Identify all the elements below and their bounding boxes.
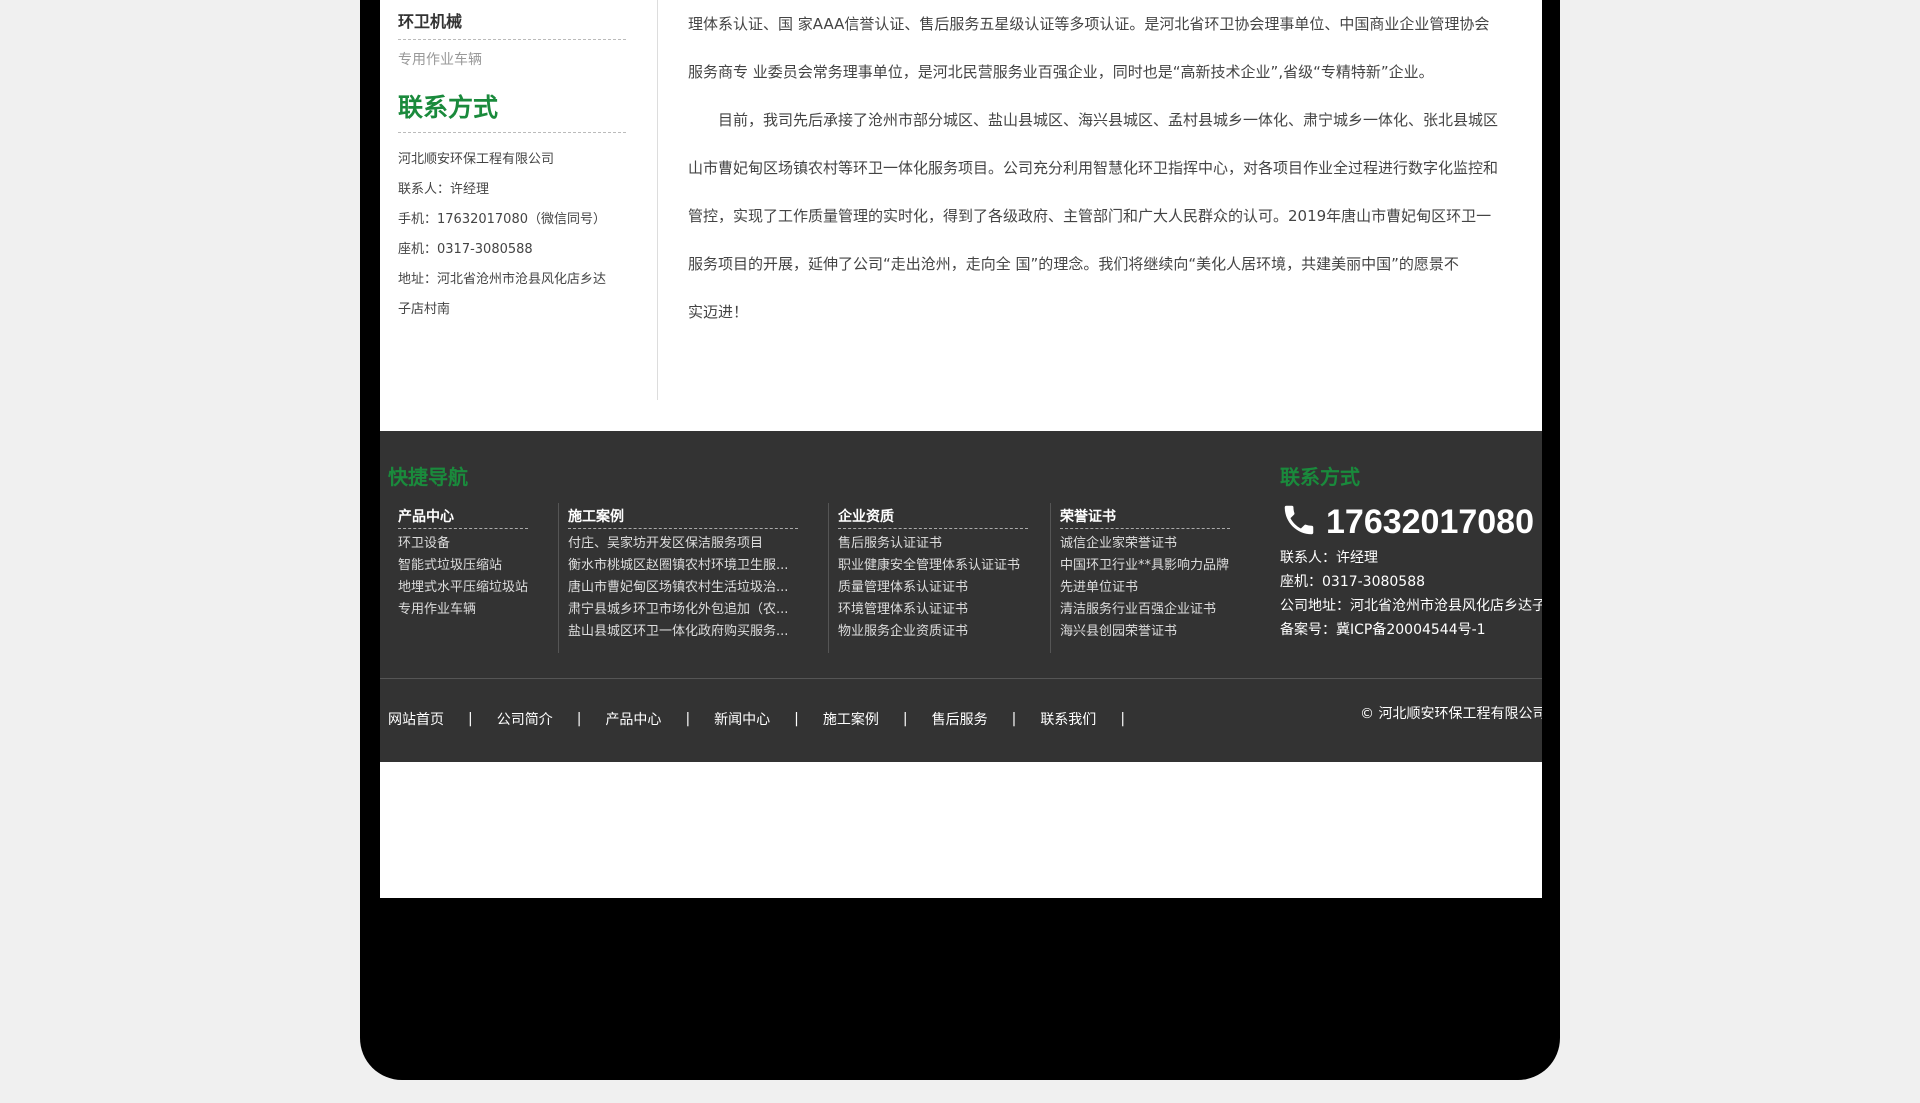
footer-nav-products[interactable]: 产品中心 — [605, 709, 661, 729]
footer-address: 公司地址：河北省沧州市沧县风化店乡达子 — [1280, 598, 1542, 614]
footer-icp[interactable]: 备案号：冀ICP备20004544号-1 — [1280, 618, 1542, 642]
footer-nav-service[interactable]: 售后服务 — [932, 709, 988, 729]
footer-divider — [380, 678, 1542, 679]
footer-phone: 17632017080 — [1280, 501, 1534, 543]
sidebar-category-sanitation-machinery[interactable]: 环卫机械 — [398, 2, 626, 40]
footer-link[interactable]: 智能式垃圾压缩站 — [398, 555, 528, 577]
footer-col-head[interactable]: 企业资质 — [838, 506, 1028, 529]
sidebar: 环卫机械 专用作业车辆 联系方式 河北顺安环保工程有限公司 联系人：许经理 手机… — [398, 0, 626, 325]
article-line: 管控，实现了工作质量管理的实时化，得到了各级政府、主管部门和广大人民群众的认可。… — [688, 207, 1492, 225]
contact-landline: 座机：0317-3080588 — [398, 242, 533, 257]
nav-separator: | — [576, 711, 582, 727]
footer-nav-news[interactable]: 新闻中心 — [714, 709, 770, 729]
footer-col-head[interactable]: 产品中心 — [398, 506, 528, 529]
footer-col-cases: 施工案例 付庄、吴家坊开发区保洁服务项目 衡水市桃城区赵圈镇农村环境卫生服...… — [568, 506, 798, 643]
footer-col-honors: 荣誉证书 诚信企业家荣誉证书 中国环卫行业**具影响力品牌 先进单位证书 清洁服… — [1060, 506, 1230, 643]
footer-link[interactable]: 海兴县创园荣誉证书 — [1060, 621, 1230, 643]
article-line: 服务项目的开展，延伸了公司“走出沧州，走向全 国”的理念。我们将继续向“美化人居… — [688, 255, 1459, 273]
footer-contact-person: 联系人：许经理 — [1280, 550, 1378, 566]
footer-link[interactable]: 付庄、吴家坊开发区保洁服务项目 — [568, 533, 798, 555]
footer-nav-title: 快捷导航 — [388, 465, 468, 489]
nav-separator: | — [1120, 711, 1126, 727]
nav-separator: | — [902, 711, 908, 727]
nav-separator: | — [794, 711, 799, 727]
phone-icon — [1280, 501, 1318, 543]
footer-link[interactable]: 清洁服务行业百强企业证书 — [1060, 599, 1230, 621]
footer-col-qualifications: 企业资质 售后服务认证证书 职业健康安全管理体系认证证书 质量管理体系认证证书 … — [838, 506, 1028, 643]
browser-viewport: 环卫机械 专用作业车辆 联系方式 河北顺安环保工程有限公司 联系人：许经理 手机… — [380, 0, 1542, 898]
footer-nav-about[interactable]: 公司简介 — [497, 709, 553, 729]
article-line: 服务商专 业委员会常务理事单位，是河北民营服务业百强企业，同时也是“高新技术企业… — [688, 63, 1434, 81]
sidebar-contact-title: 联系方式 — [398, 88, 626, 133]
footer-link[interactable]: 环卫设备 — [398, 533, 528, 555]
contact-company: 河北顺安环保工程有限公司 — [398, 152, 555, 167]
footer-link[interactable]: 先进单位证书 — [1060, 577, 1230, 599]
footer-link[interactable]: 唐山市曹妃甸区场镇农村生活垃圾治... — [568, 577, 798, 599]
sidebar-contact-info: 河北顺安环保工程有限公司 联系人：许经理 手机：17632017080（微信同号… — [398, 145, 626, 325]
contact-address: 地址：河北省沧州市沧县风化店乡达 — [398, 272, 607, 287]
contact-mobile: 手机：17632017080（微信同号） — [398, 212, 606, 227]
footer-nav-home[interactable]: 网站首页 — [388, 709, 444, 729]
contact-person: 联系人：许经理 — [398, 182, 490, 197]
footer-link[interactable]: 诚信企业家荣誉证书 — [1060, 533, 1230, 555]
footer-copyright: © 河北顺安环保工程有限公司 版 — [1360, 706, 1542, 722]
sidebar-item-special-vehicles[interactable]: 专用作业车辆 — [398, 49, 626, 69]
footer-col-products: 产品中心 环卫设备 智能式垃圾压缩站 地埋式水平压缩垃圾站 专用作业车辆 — [398, 506, 528, 621]
footer-contact-title: 联系方式 — [1280, 465, 1360, 489]
footer-nav: 网站首页 | 公司简介 | 产品中心 | 新闻中心 | 施工案例 | 售后服务 … — [388, 709, 1149, 729]
nav-separator: | — [1011, 711, 1017, 727]
footer-link[interactable]: 环境管理体系认证证书 — [838, 599, 1028, 621]
footer-col-divider — [1050, 503, 1051, 653]
footer-link[interactable]: 专用作业车辆 — [398, 599, 528, 621]
footer-nav-cases[interactable]: 施工案例 — [823, 709, 879, 729]
site-footer: 快捷导航 联系方式 产品中心 环卫设备 智能式垃圾压缩站 地埋式水平压缩垃圾站 … — [380, 431, 1542, 762]
nav-separator: | — [685, 711, 691, 727]
article-line: 目前，我司先后承接了沧州市部分城区、盐山县城区、海兴县城区、孟村县城乡一体化、肃… — [688, 111, 1499, 129]
nav-separator: | — [468, 711, 473, 727]
footer-link[interactable]: 中国环卫行业**具影响力品牌 — [1060, 555, 1230, 577]
footer-link[interactable]: 衡水市桃城区赵圈镇农村环境卫生服... — [568, 555, 798, 577]
footer-link[interactable]: 职业健康安全管理体系认证证书 — [838, 555, 1028, 577]
footer-link[interactable]: 盐山县城区环卫一体化政府购买服务... — [568, 621, 798, 643]
footer-contact-info: 联系人：许经理 座机：0317-3080588 公司地址：河北省沧州市沧县风化店… — [1280, 546, 1542, 642]
footer-link[interactable]: 售后服务认证证书 — [838, 533, 1028, 555]
contact-address-cont: 子店村南 — [398, 302, 451, 317]
footer-col-head[interactable]: 荣誉证书 — [1060, 506, 1230, 529]
footer-landline: 座机：0317-3080588 — [1280, 574, 1426, 590]
article-line: 实迈进！ — [688, 303, 749, 321]
footer-col-head[interactable]: 施工案例 — [568, 506, 798, 529]
footer-col-divider — [828, 503, 829, 653]
footer-link[interactable]: 地埋式水平压缩垃圾站 — [398, 577, 528, 599]
sidebar-divider — [657, 0, 658, 400]
article-body: 理体系认证、国 家AAA信誉认证、售后服务五星级认证等多项认证。是河北省环卫协会… — [688, 8, 1542, 344]
footer-link[interactable]: 质量管理体系认证证书 — [838, 577, 1028, 599]
footer-link[interactable]: 肃宁县城乡环卫市场化外包追加（农... — [568, 599, 798, 621]
footer-link[interactable]: 物业服务企业资质证书 — [838, 621, 1028, 643]
article-line: 理体系认证、国 家AAA信誉认证、售后服务五星级认证等多项认证。是河北省环卫协会… — [688, 15, 1490, 33]
footer-nav-contact[interactable]: 联系我们 — [1040, 709, 1096, 729]
article-line: 山市曹妃甸区场镇农村等环卫一体化服务项目。公司充分利用智慧化环卫指挥中心，对各项… — [688, 159, 1499, 177]
footer-phone-number: 17632017080 — [1326, 502, 1535, 541]
footer-col-divider — [558, 503, 559, 653]
